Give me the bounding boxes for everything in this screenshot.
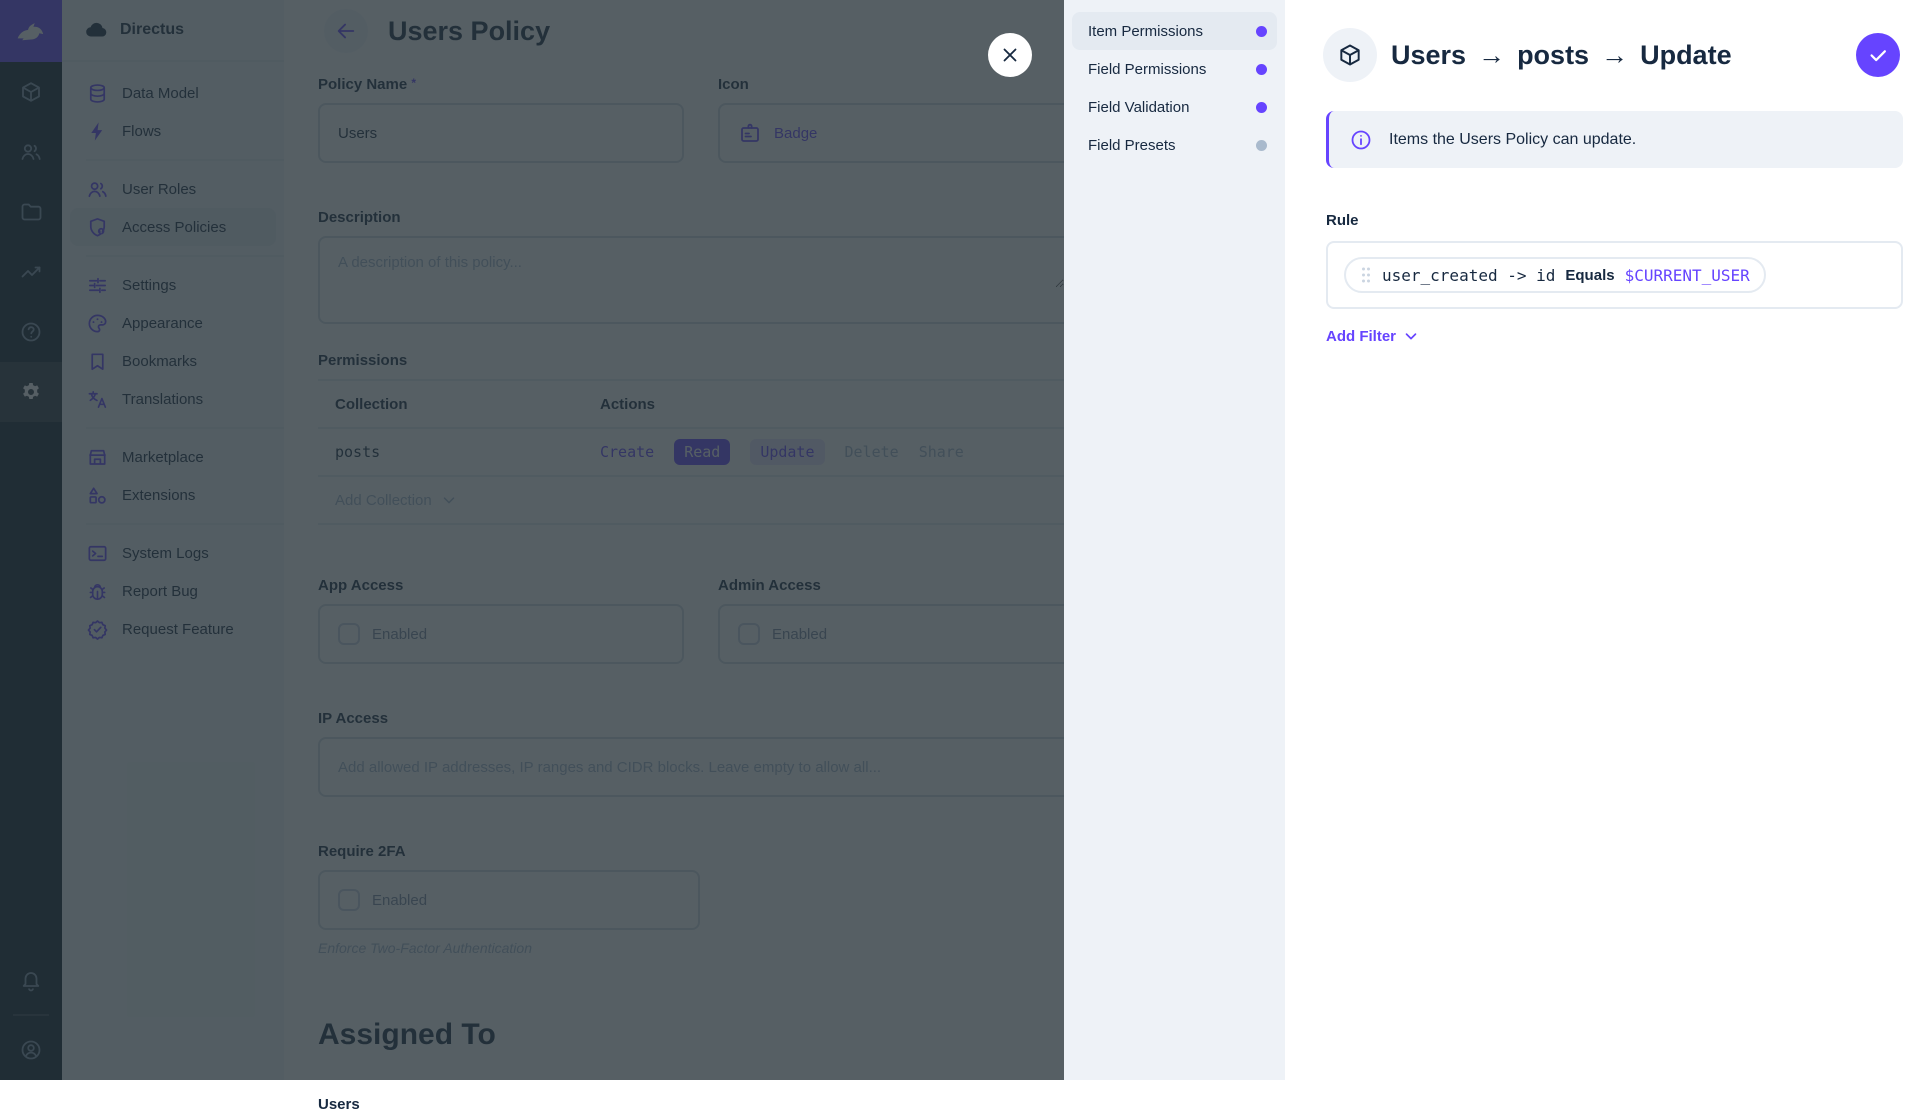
title-action: Update	[1640, 40, 1732, 71]
tab-field-permissions[interactable]: Field Permissions	[1072, 50, 1277, 88]
directus-app: Directus Data Model Flows User Roles Acc…	[0, 0, 1920, 1080]
status-dot	[1256, 140, 1267, 151]
box-cube-icon	[1337, 42, 1363, 68]
rule-box: user_created -> id Equals $CURRENT_USER	[1326, 241, 1903, 309]
chevron-down-icon	[1402, 327, 1420, 345]
check-icon	[1867, 44, 1889, 66]
drawer-tab-panel: Item Permissions Field Permissions Field…	[1064, 0, 1285, 1080]
drawer-icon-circle	[1323, 28, 1377, 82]
tab-field-presets[interactable]: Field Presets	[1072, 126, 1277, 164]
notice-text: Items the Users Policy can update.	[1389, 131, 1636, 149]
tab-label: Field Validation	[1088, 99, 1256, 116]
filter-value[interactable]: $CURRENT_USER	[1625, 266, 1750, 285]
drawer-title: Users → posts → Update	[1391, 40, 1732, 71]
tab-field-validation[interactable]: Field Validation	[1072, 88, 1277, 126]
title-policy: Users	[1391, 40, 1466, 71]
tab-label: Field Permissions	[1088, 61, 1256, 78]
tab-label: Field Presets	[1088, 137, 1256, 154]
tab-item-permissions[interactable]: Item Permissions	[1072, 12, 1277, 50]
permissions-drawer: Users → posts → Update Items the Users P…	[1285, 0, 1920, 1080]
drawer-header: Users → posts → Update	[1285, 0, 1920, 82]
save-button[interactable]	[1856, 33, 1900, 77]
info-icon	[1349, 128, 1373, 152]
status-dot	[1256, 102, 1267, 113]
status-dot	[1256, 64, 1267, 75]
title-collection: posts	[1517, 40, 1589, 71]
info-notice: Items the Users Policy can update.	[1326, 111, 1903, 168]
tab-label: Item Permissions	[1088, 23, 1256, 40]
filter-operator[interactable]: Equals	[1565, 267, 1614, 284]
status-dot	[1256, 26, 1267, 37]
rule-label: Rule	[1326, 212, 1920, 229]
close-drawer-button[interactable]	[988, 33, 1032, 77]
filter-rule[interactable]: user_created -> id Equals $CURRENT_USER	[1344, 257, 1766, 293]
add-filter-button[interactable]: Add Filter	[1326, 327, 1420, 345]
title-separator: →	[1478, 40, 1505, 71]
close-icon	[999, 44, 1021, 66]
title-separator: →	[1601, 40, 1628, 71]
assigned-users-label: Users	[318, 1096, 1084, 1113]
drag-handle-icon[interactable]	[1360, 265, 1372, 285]
filter-field-path[interactable]: user_created -> id	[1382, 266, 1555, 285]
